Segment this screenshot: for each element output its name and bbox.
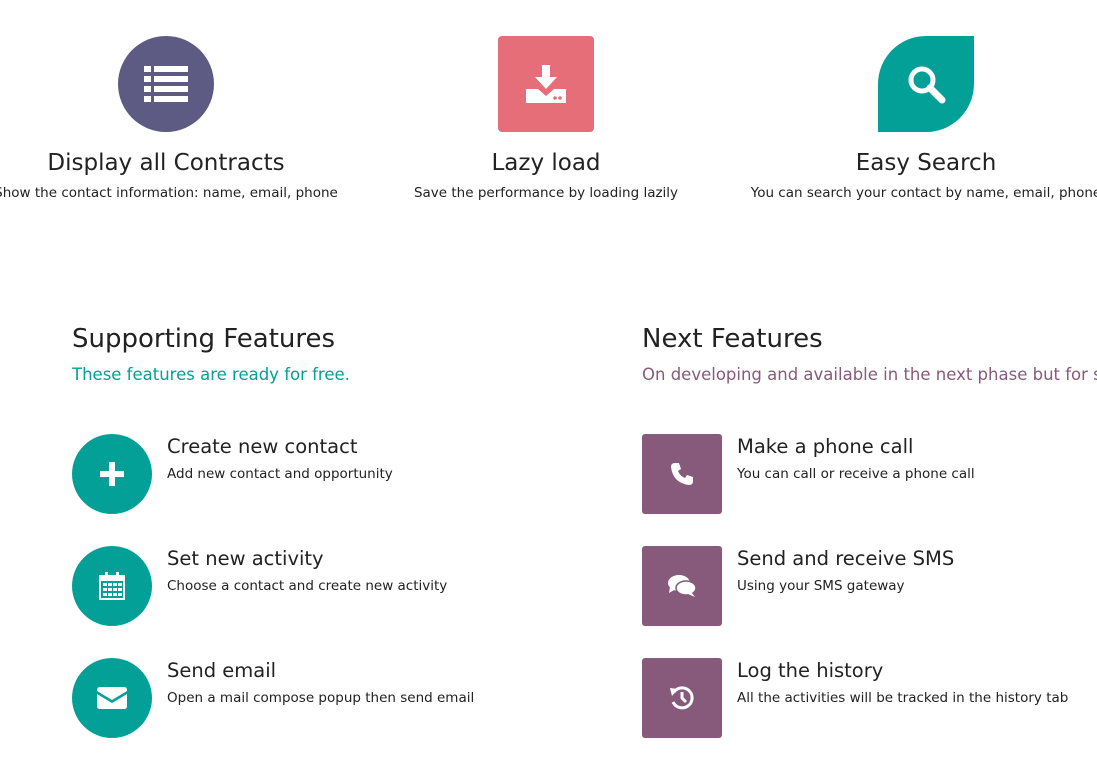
item-description: Add new contact and opportunity [167, 466, 393, 482]
feature-icon-bg [118, 36, 214, 132]
item-icon-bg [72, 658, 152, 738]
item-icon-bg [642, 434, 722, 514]
item-title: Set new activity [167, 547, 324, 570]
supporting-features-section: Supporting Features These features are r… [72, 322, 350, 386]
phone-icon [671, 463, 693, 485]
item-icon-bg [72, 434, 152, 514]
feature-description: Save the performance by loading lazily [413, 185, 679, 201]
feature-description: Show the contact information: name, emai… [0, 185, 338, 201]
item-icon-bg [72, 546, 152, 626]
next-features-section: Next Features On developing and availabl… [642, 322, 1097, 386]
item-title: Make a phone call [737, 435, 914, 458]
feature-icon-bg [498, 36, 594, 132]
list-icon [144, 66, 188, 102]
item-title: Send email [167, 659, 277, 682]
feature-display-contracts: Display all Contracts Show the contact i… [0, 36, 346, 202]
item-description: Open a mail compose popup then send emai… [167, 690, 475, 706]
chat-icon [668, 575, 697, 597]
feature-easy-search: Easy Search You can search your contact … [746, 36, 1097, 202]
section-subtitle: On developing and available in the next … [642, 365, 1097, 384]
item-icon-bg [642, 546, 722, 626]
section-title: Supporting Features [72, 324, 336, 354]
download-icon [526, 65, 566, 103]
item-description: All the activities will be tracked in th… [737, 690, 1069, 706]
plus-icon [100, 462, 124, 486]
item-title: Create new contact [167, 435, 358, 458]
feature-icon-bg [878, 36, 974, 132]
item-description: You can call or receive a phone call [737, 466, 975, 482]
feature-title: Lazy load [491, 150, 601, 176]
section-subtitle: These features are ready for free. [72, 365, 350, 384]
item-title: Send and receive SMS [737, 547, 955, 570]
item-title: Log the history [737, 659, 884, 682]
feature-lazy-load: Lazy load Save the performance by loadin… [366, 36, 726, 202]
search-icon [908, 66, 946, 104]
feature-description: You can search your contact by name, ema… [750, 185, 1097, 201]
calendar-icon [99, 572, 125, 600]
feature-title: Display all Contracts [47, 150, 285, 176]
item-description: Using your SMS gateway [737, 578, 905, 594]
envelope-icon [97, 687, 127, 709]
feature-title: Easy Search [855, 150, 997, 176]
history-icon [670, 686, 694, 710]
item-icon-bg [642, 658, 722, 738]
item-description: Choose a contact and create new activity [167, 578, 448, 594]
section-title: Next Features [642, 324, 823, 354]
